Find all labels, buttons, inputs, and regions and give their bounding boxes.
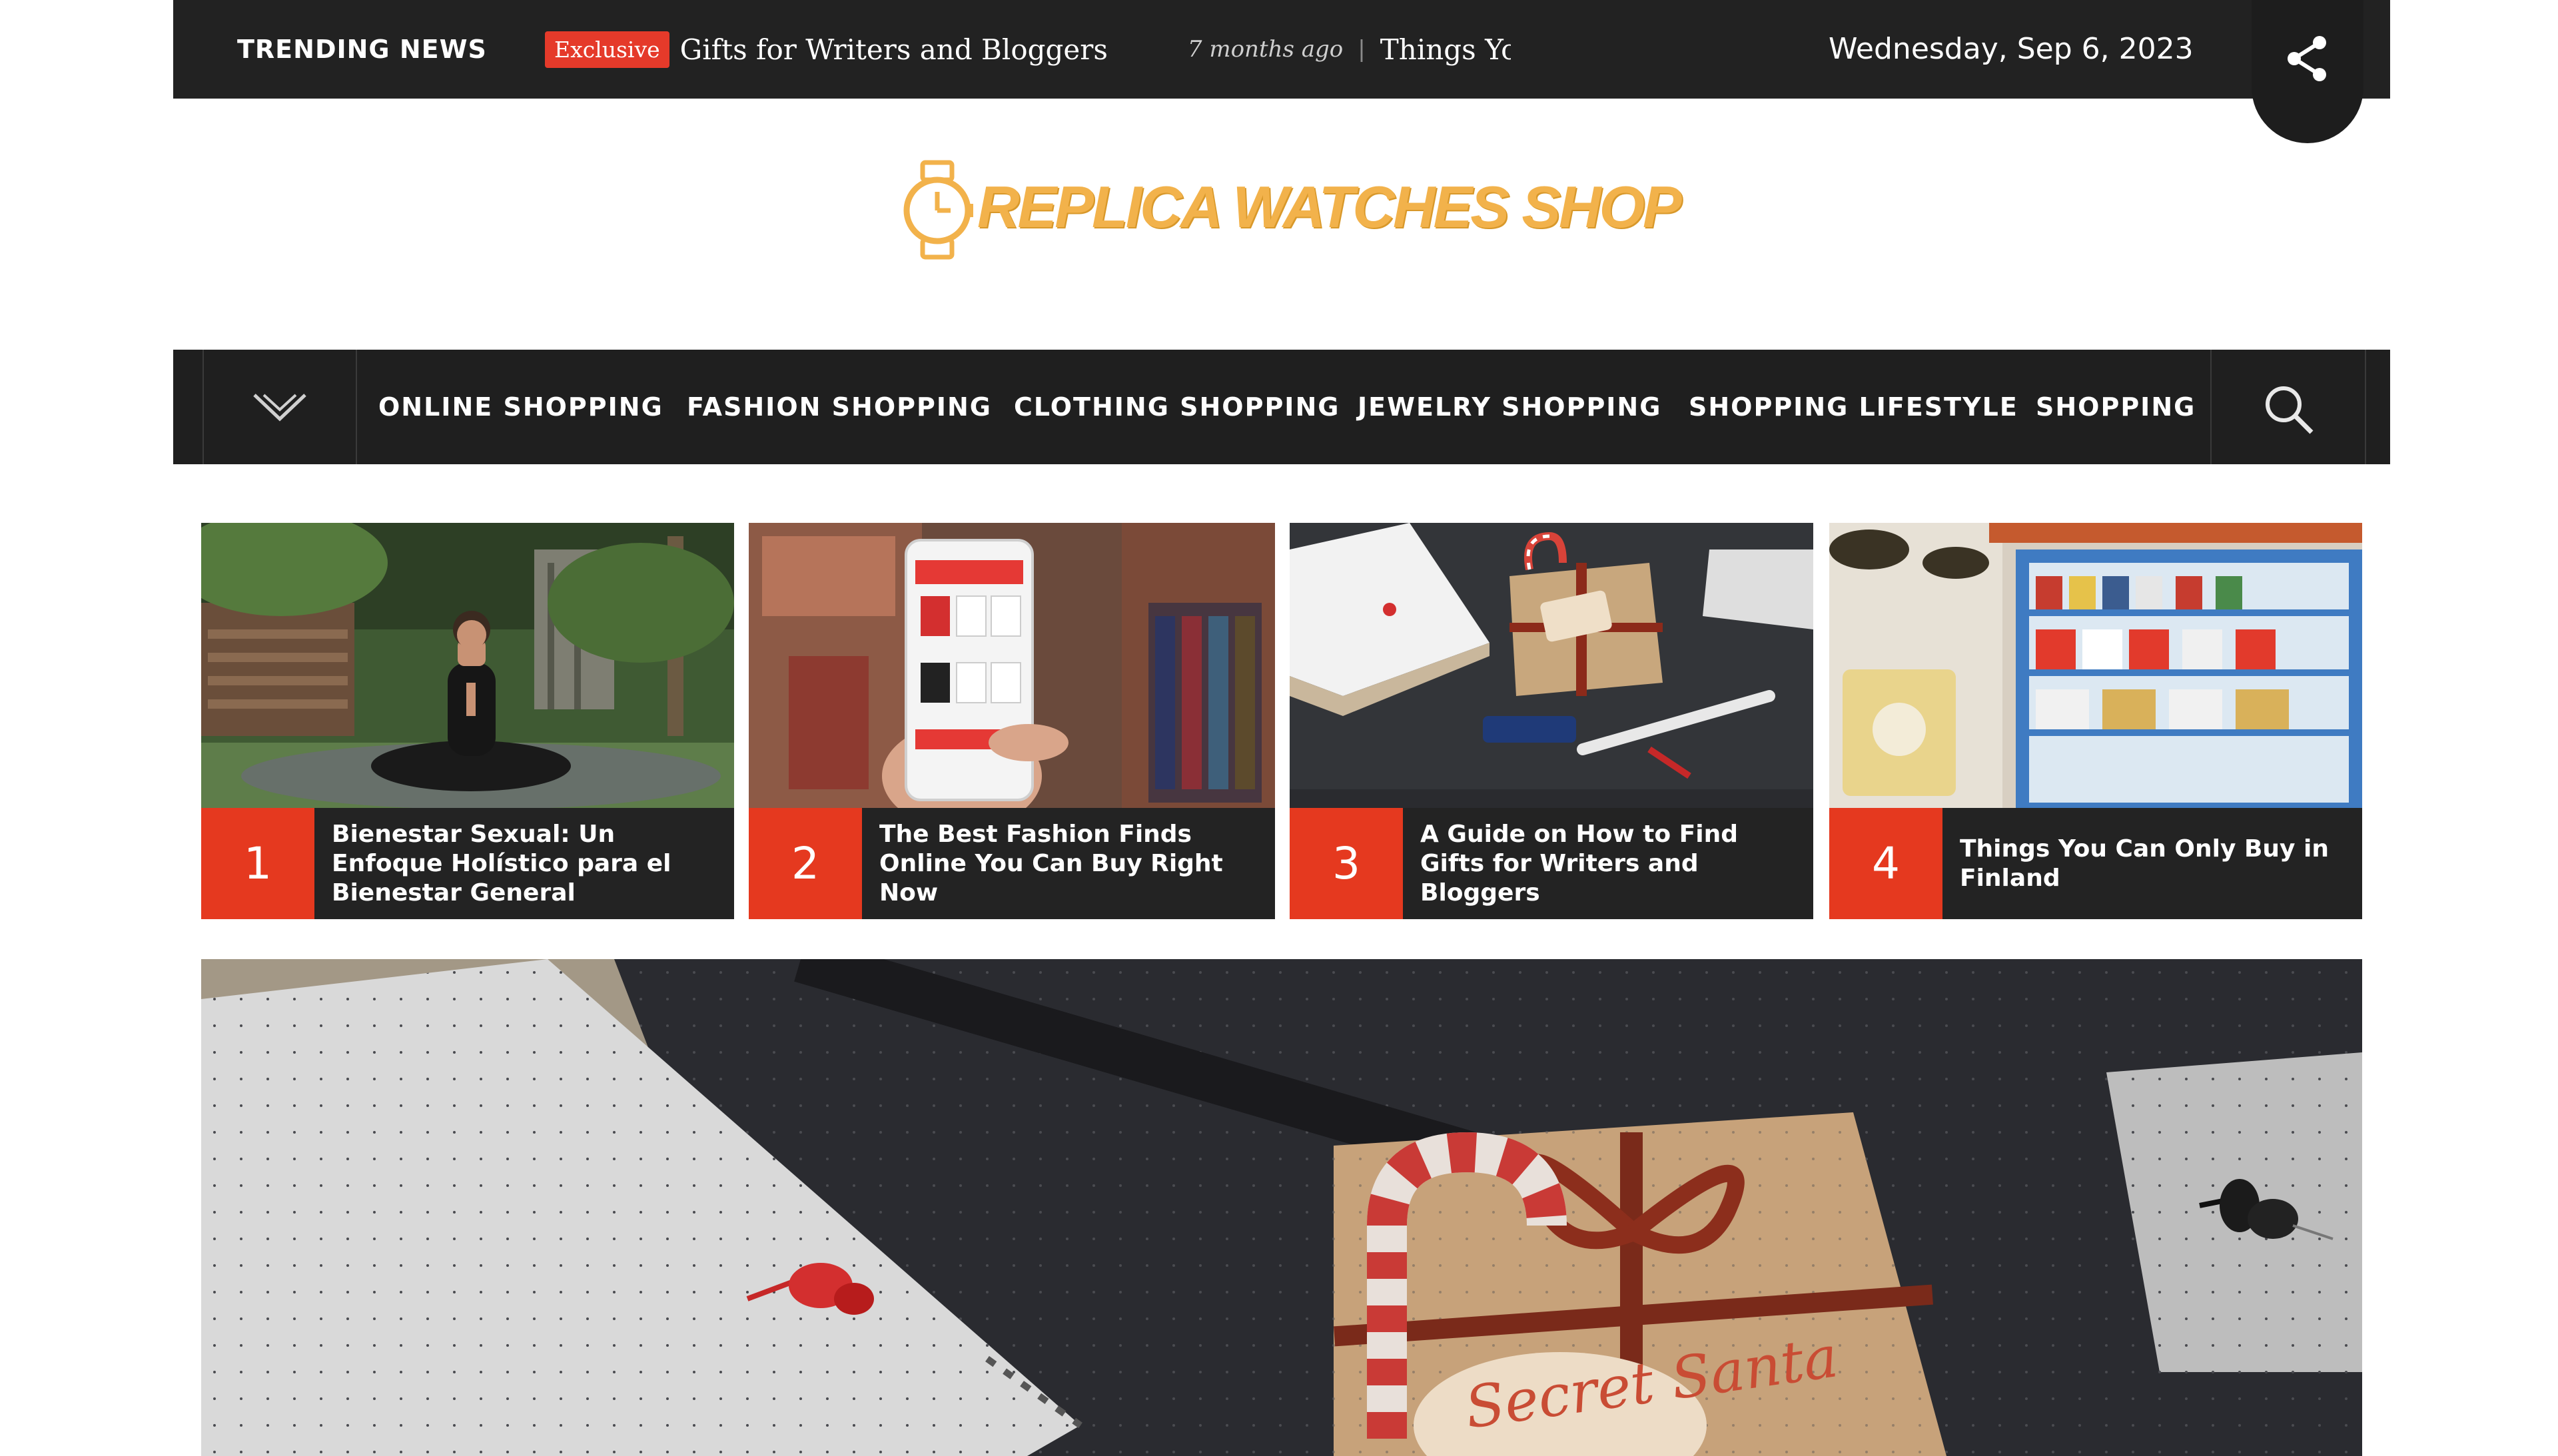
nav-jewelry-shopping[interactable]: JEWELRY SHOPPING: [1358, 350, 1661, 464]
watch-icon: [903, 160, 973, 260]
featured-card[interactable]: 3 A Guide on How to Find Gifts for Write…: [1290, 523, 1813, 919]
nav-online-shopping[interactable]: ONLINE SHOPPING: [378, 350, 663, 464]
card-title[interactable]: The Best Fashion Finds Online You Can Bu…: [879, 808, 1262, 919]
card-title[interactable]: Things You Can Only Buy in Finland: [1960, 808, 2349, 919]
nav-fashion-shopping[interactable]: FASHION SHOPPING: [687, 350, 992, 464]
card-rank: 2: [749, 808, 862, 919]
news-ticker: Exclusive Gifts for Writers and Bloggers…: [545, 0, 1511, 99]
trending-bar: TRENDING NEWS Exclusive Gifts for Writer…: [173, 0, 2390, 143]
card-title[interactable]: Bienestar Sexual: Un Enfoque Holístico p…: [332, 808, 721, 919]
card-image: [1290, 523, 1813, 808]
nav-toggle-button[interactable]: [203, 350, 357, 464]
exclusive-badge: Exclusive: [545, 31, 669, 68]
main-navigation: ONLINE SHOPPING FASHION SHOPPING CLOTHIN…: [173, 350, 2390, 464]
logo-text: REPLICA WATCHES SHOP: [977, 174, 1682, 240]
card-title[interactable]: A Guide on How to Find Gifts for Writers…: [1420, 808, 1800, 919]
featured-card[interactable]: 2 The Best Fashion Finds Online You Can …: [749, 523, 1275, 919]
nav-clothing-shopping[interactable]: CLOTHING SHOPPING: [1014, 350, 1340, 464]
ticker-time: 7 months ago: [1187, 36, 1344, 63]
featured-card[interactable]: 1 Bienestar Sexual: Un Enfoque Holístico…: [201, 523, 734, 919]
nav-shopping[interactable]: SHOPPING: [2036, 350, 2196, 464]
share-icon: [2288, 36, 2326, 81]
card-rank: 1: [201, 808, 314, 919]
card-rank: 3: [1290, 808, 1403, 919]
card-image: [1829, 523, 2362, 808]
hero-post-image[interactable]: Secret Santa: [201, 959, 2362, 1456]
site-logo[interactable]: REPLICA WATCHES SHOP: [901, 160, 1682, 266]
ticker-link[interactable]: Gifts for Writers and Bloggers: [680, 33, 1108, 66]
share-button[interactable]: [2252, 0, 2363, 143]
ticker-separator: |: [1358, 36, 1366, 63]
card-rank: 4: [1829, 808, 1942, 919]
current-date: Wednesday, Sep 6, 2023: [1829, 32, 2194, 66]
card-image: [201, 523, 734, 808]
search-button[interactable]: [2210, 350, 2366, 464]
search-icon: [2266, 386, 2314, 434]
card-image: [749, 523, 1275, 808]
ticker-link[interactable]: Things You Can Only Buy in Finland: [1380, 33, 1511, 66]
chevron-down-icon: [253, 394, 306, 422]
nav-shopping-lifestyle[interactable]: SHOPPING LIFESTYLE: [1689, 350, 2018, 464]
trending-label: TRENDING NEWS: [237, 35, 487, 64]
hero-image: Secret Santa: [201, 959, 2362, 1456]
featured-card[interactable]: 4 Things You Can Only Buy in Finland: [1829, 523, 2362, 919]
